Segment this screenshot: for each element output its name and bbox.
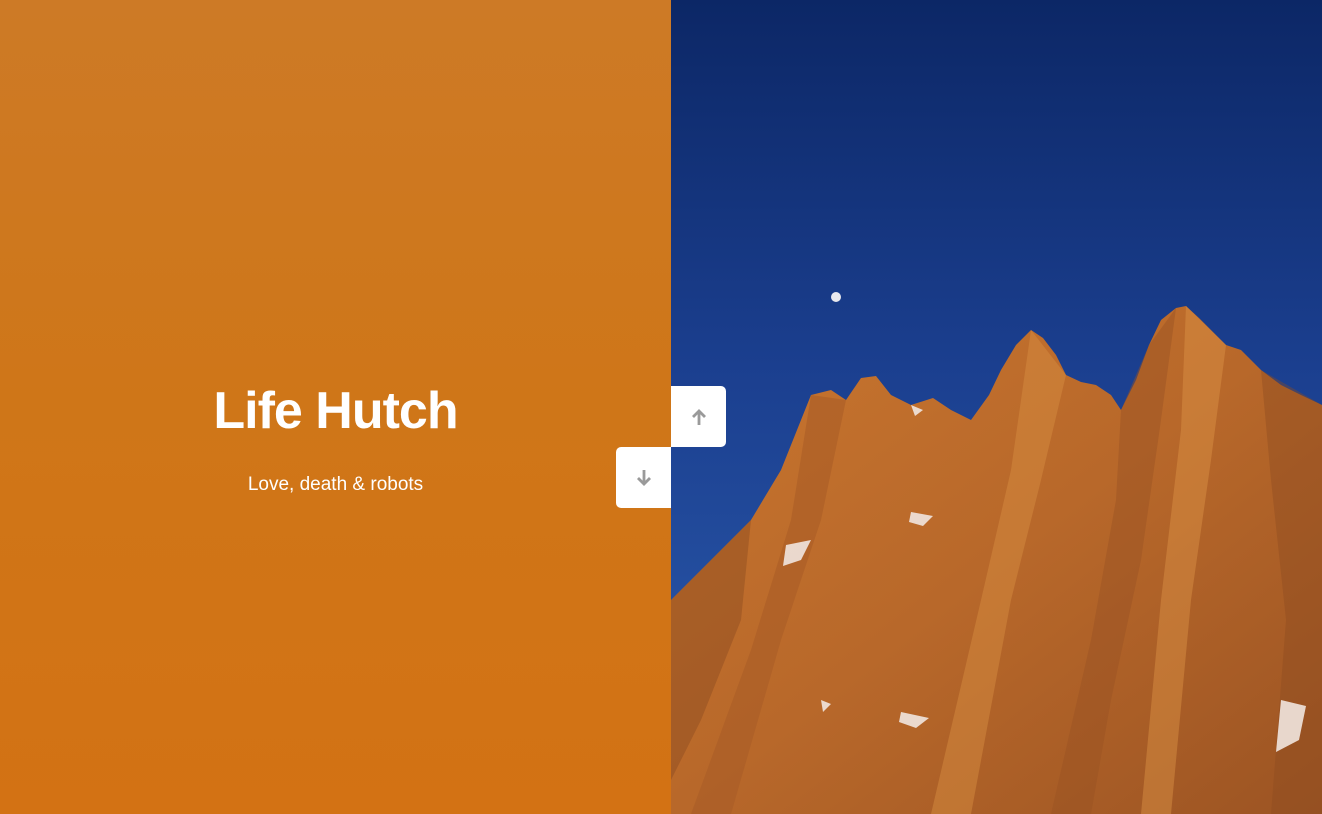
arrow-down-icon bbox=[636, 469, 651, 486]
background-photo-panel bbox=[671, 0, 1322, 814]
left-panel: Life Hutch Love, death & robots bbox=[0, 0, 671, 814]
mountain-landscape-image bbox=[671, 0, 1322, 814]
page-subtitle: Love, death & robots bbox=[247, 474, 424, 495]
scroll-down-button[interactable] bbox=[616, 447, 671, 508]
split-screen-hero: Life Hutch Love, death & robots bbox=[0, 0, 1322, 814]
page-title: Life Hutch bbox=[213, 382, 458, 440]
moon bbox=[831, 292, 841, 302]
scroll-up-button[interactable] bbox=[671, 386, 726, 447]
arrow-up-icon bbox=[691, 408, 706, 425]
